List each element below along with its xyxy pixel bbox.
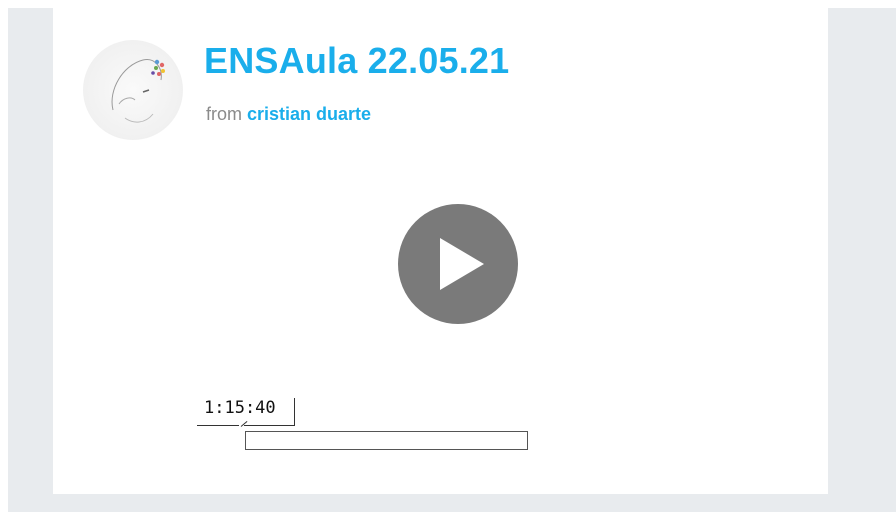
avatar-sketch-image [111,59,165,123]
author-avatar[interactable] [83,40,183,140]
play-icon [440,238,484,290]
video-title[interactable]: ENSAula 22.05.21 [204,40,509,82]
progress-bar[interactable] [245,431,528,450]
duration-underline [197,425,239,426]
byline: from cristian duarte [206,104,371,125]
author-link[interactable]: cristian duarte [247,104,371,124]
duration-label: 1:15:40 [204,398,276,418]
play-button[interactable] [398,204,518,324]
byline-prefix: from [206,104,242,124]
duration-tooltip-border-bottom [244,425,295,426]
duration-tooltip-border [294,398,295,425]
